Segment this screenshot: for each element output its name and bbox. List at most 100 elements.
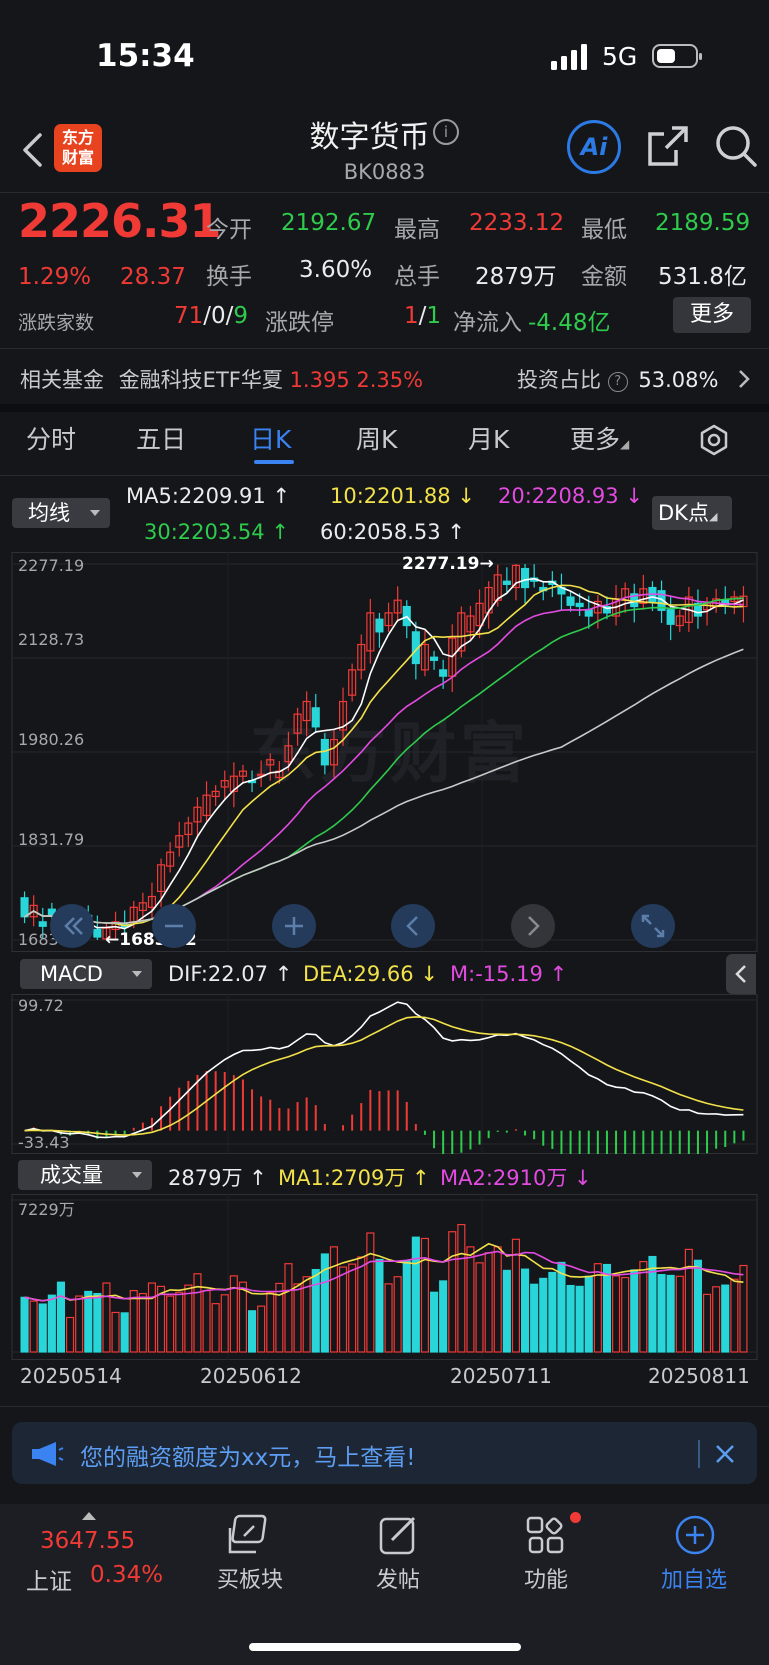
tab-more[interactable]: 更多◢ xyxy=(570,420,629,456)
zoom-in-button[interactable] xyxy=(272,904,316,948)
volume-bar xyxy=(84,1290,93,1353)
fund-pct: 2.35% xyxy=(356,368,424,392)
indicator-select-macd[interactable]: MACD xyxy=(20,959,152,989)
candle-body xyxy=(502,580,511,585)
scroll-left-fast-button[interactable] xyxy=(50,904,94,948)
breadth-counts: 71/0/9 xyxy=(174,303,249,329)
candle-body xyxy=(666,609,675,625)
macd-dif-line xyxy=(24,1001,744,1139)
volume-bar xyxy=(56,1281,66,1353)
volume-bar xyxy=(20,1296,29,1353)
chart-frame xyxy=(11,994,758,1154)
volume-bar xyxy=(448,1231,457,1353)
indicator-select-volume[interactable]: 成交量 xyxy=(18,1160,152,1190)
info-icon[interactable]: i xyxy=(433,119,459,145)
volume-bar xyxy=(247,1310,257,1353)
tab-monthly-k[interactable]: 月K xyxy=(468,420,509,456)
expand-up-icon[interactable] xyxy=(82,1512,96,1520)
y-tick-label: 2277.19 xyxy=(18,556,85,575)
ai-button[interactable]: Ai xyxy=(567,120,621,174)
macd-dea-line xyxy=(24,1016,744,1136)
tab-daily-k[interactable]: 日K xyxy=(250,420,291,456)
scroll-right-button[interactable] xyxy=(511,904,555,948)
open-label: 今开 xyxy=(206,217,252,243)
related-fund-row[interactable]: 相关基金 金融科技ETF华夏 1.395 2.35% xyxy=(20,364,423,394)
volume-bar xyxy=(257,1305,266,1353)
volume-bar xyxy=(602,1263,612,1353)
index-value[interactable]: 3647.55 xyxy=(40,1528,135,1554)
volume-ma1-label: MA1:2709万 ↑ xyxy=(278,1166,430,1190)
ma5-label: MA5:2209.91 ↑ xyxy=(126,484,291,508)
volume-bar xyxy=(657,1274,666,1353)
volume-bar xyxy=(184,1284,193,1353)
sector-icon[interactable] xyxy=(226,1514,272,1556)
banner-text[interactable]: 您的融资额度为xx元，马上查看! xyxy=(80,1438,415,1472)
nav-buy-sector[interactable]: 买板块 xyxy=(200,1562,300,1594)
volume-bar xyxy=(65,1316,75,1353)
breadth-label: 涨跌家数 xyxy=(18,312,95,334)
volume-bar xyxy=(348,1263,357,1353)
ma-line-30 xyxy=(24,597,744,925)
tab-weekly-k[interactable]: 周K xyxy=(356,420,397,456)
netflow-value: -4.48亿 xyxy=(528,310,611,336)
volume-bar xyxy=(611,1275,621,1353)
volume-bar xyxy=(420,1237,430,1353)
volume-bar xyxy=(293,1283,302,1353)
chevron-right-icon[interactable] xyxy=(737,369,751,389)
close-icon[interactable] xyxy=(714,1443,736,1465)
volume-bar xyxy=(193,1273,202,1353)
dk-point-button[interactable]: DK点◢ xyxy=(652,496,732,530)
settings-gear-icon[interactable] xyxy=(698,424,730,456)
index-name[interactable]: 上证 xyxy=(26,1562,72,1596)
netflow-label: 净流入 xyxy=(453,310,522,336)
network-type: 5G xyxy=(602,42,638,71)
turnover-value: 3.60% xyxy=(299,257,373,283)
search-icon[interactable] xyxy=(714,124,758,168)
section-gap xyxy=(0,404,769,412)
nav-functions[interactable]: 功能 xyxy=(496,1562,596,1594)
x-tick-label: 20250811 xyxy=(648,1364,750,1388)
candle-body xyxy=(520,567,530,589)
index-change-pct[interactable]: 0.34% xyxy=(90,1562,163,1588)
investment-ratio[interactable]: 投资占比 ? 53.08% xyxy=(517,364,718,394)
add-watchlist-icon[interactable] xyxy=(674,1514,716,1556)
volume-bar xyxy=(111,1311,120,1353)
macd-dea-label: DEA:29.66 ↓ xyxy=(303,962,438,986)
nav-add-watchlist[interactable]: 加自选 xyxy=(644,1562,744,1594)
turnover-label: 换手 xyxy=(206,264,252,290)
volume-bar xyxy=(484,1252,493,1353)
volume-chart[interactable] xyxy=(0,1194,769,1360)
tab-intraday[interactable]: 分时 xyxy=(26,420,76,456)
tab-underline xyxy=(254,460,294,464)
volume-bar xyxy=(493,1246,502,1353)
macd-dif-label: DIF:22.07 ↑ xyxy=(168,962,293,986)
banner-divider xyxy=(698,1440,700,1468)
kline-chart[interactable] xyxy=(0,552,769,952)
y-tick-label: 1980.26 xyxy=(18,730,85,749)
volume-bar xyxy=(147,1282,157,1353)
volume-bar xyxy=(102,1282,111,1353)
volume-bar xyxy=(311,1268,320,1353)
nav-post[interactable]: 发帖 xyxy=(348,1562,448,1594)
fullscreen-button[interactable] xyxy=(631,904,675,948)
volume-bar xyxy=(411,1236,420,1353)
scroll-left-button[interactable] xyxy=(391,904,435,948)
zoom-out-button[interactable] xyxy=(152,904,196,948)
more-button[interactable]: 更多 xyxy=(673,297,751,333)
candle-body xyxy=(20,897,29,918)
apps-grid-icon[interactable] xyxy=(526,1516,566,1556)
low-value: 2189.59 xyxy=(655,210,751,236)
volume-bar xyxy=(466,1246,475,1353)
collapse-panel-button[interactable] xyxy=(726,954,756,994)
candle-body xyxy=(93,928,102,938)
notification-dot xyxy=(570,1512,581,1523)
share-icon[interactable] xyxy=(646,124,690,168)
volume-bar xyxy=(329,1246,339,1353)
help-icon[interactable]: ? xyxy=(607,372,628,392)
divider xyxy=(0,192,769,193)
indicator-select-ma[interactable]: 均线 xyxy=(12,498,110,528)
volume-bar xyxy=(375,1258,384,1353)
compose-icon[interactable] xyxy=(378,1514,420,1556)
tab-five-day[interactable]: 五日 xyxy=(136,420,186,456)
macd-chart[interactable] xyxy=(0,994,769,1154)
